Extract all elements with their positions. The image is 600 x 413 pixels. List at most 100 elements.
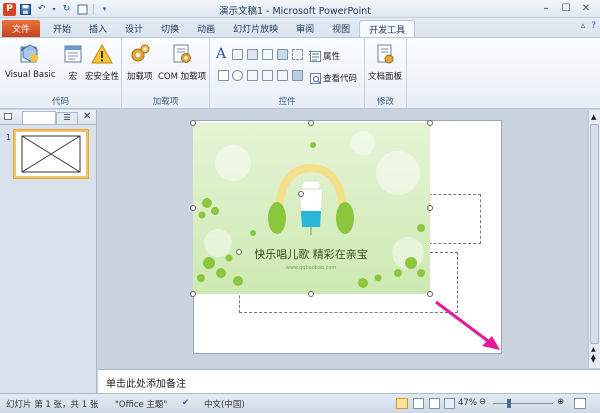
- listbox-control-icon[interactable]: [262, 49, 273, 60]
- frame-control-icon[interactable]: [292, 70, 303, 81]
- resize-handle[interactable]: [190, 120, 196, 126]
- annotation-arrow-icon: [435, 300, 500, 350]
- title-bar: P ↶ ▾ ↻ ▾ 演示文稿1 - Microsoft PowerPoint –…: [0, 0, 600, 18]
- macro-label: 宏: [68, 72, 78, 82]
- close-pane-icon[interactable]: ✕: [83, 111, 91, 122]
- button-control-icon[interactable]: [247, 49, 258, 60]
- tab-home[interactable]: 开始: [44, 20, 80, 37]
- view-code-button[interactable]: 查看代码: [310, 72, 357, 84]
- chevron-down-icon[interactable]: ▾: [51, 3, 57, 16]
- theme-name[interactable]: "Office 主题": [115, 398, 167, 410]
- minimize-icon[interactable]: –: [536, 1, 556, 16]
- properties-button[interactable]: 属性: [310, 50, 340, 62]
- close-icon[interactable]: ✕: [576, 1, 596, 16]
- resize-handle[interactable]: [427, 205, 433, 211]
- tab-review[interactable]: 审阅: [287, 20, 323, 37]
- inserted-picture[interactable]: 快乐唱儿歌 精彩在亲宝 www.qqbaobao.com: [193, 123, 430, 294]
- properties-label: 属性: [323, 52, 341, 62]
- resize-handle[interactable]: [427, 120, 433, 126]
- minimize-ribbon-icon[interactable]: ▵: [581, 21, 586, 31]
- tab-animations[interactable]: 动画: [188, 20, 224, 37]
- spin-button-control-icon[interactable]: [262, 70, 273, 81]
- slide-sorter-icon[interactable]: [413, 398, 424, 409]
- resize-handle[interactable]: [298, 191, 304, 197]
- view-code-label: 查看代码: [323, 74, 358, 84]
- zoom-level[interactable]: 47%: [458, 398, 477, 408]
- tab-view[interactable]: 视图: [323, 20, 359, 37]
- help-icon[interactable]: ?: [591, 21, 596, 31]
- scroll-up-icon[interactable]: ▲: [591, 113, 596, 121]
- resize-handle[interactable]: [190, 205, 196, 211]
- visual-basic-button[interactable]: Visual Basic: [5, 43, 56, 80]
- pane-menu-icon[interactable]: [4, 113, 12, 120]
- resize-handle[interactable]: [190, 291, 196, 297]
- macro-button[interactable]: 宏: [62, 43, 84, 82]
- scrollbar-control-icon[interactable]: [277, 70, 288, 81]
- slides-pane: ☰ ✕ 1: [0, 110, 97, 393]
- reading-view-icon[interactable]: [429, 398, 440, 409]
- maximize-icon[interactable]: ☐: [556, 1, 576, 16]
- notes-placeholder[interactable]: 单击此处添加备注: [106, 375, 186, 390]
- qat-separator: [93, 3, 94, 15]
- undo-icon[interactable]: ↶: [35, 3, 48, 16]
- redo-icon[interactable]: ↻: [60, 3, 73, 16]
- picture-artwork: 快乐唱儿歌 精彩在亲宝 www.qqbaobao.com: [193, 123, 430, 294]
- macro-security-button[interactable]: 宏安全性: [85, 43, 119, 82]
- slide-number: 1: [6, 133, 12, 142]
- window-title: 演示文稿1 - Microsoft PowerPoint: [218, 6, 372, 17]
- notes-pane[interactable]: 单击此处添加备注: [98, 369, 600, 393]
- label-control-icon[interactable]: A: [216, 46, 226, 62]
- powerpoint-logo-icon[interactable]: P: [3, 2, 16, 16]
- zoom-slider-track[interactable]: [493, 403, 553, 404]
- slides-pane-header: ☰ ✕: [0, 110, 96, 125]
- ribbon-window-controls: ▵ ?: [581, 21, 596, 31]
- slide-thumbnail[interactable]: [14, 130, 88, 178]
- tab-insert[interactable]: 插入: [80, 20, 116, 37]
- tab-transitions[interactable]: 切换: [152, 20, 188, 37]
- scrollbar-thumb[interactable]: [590, 124, 599, 344]
- controls-group-label: 控件: [278, 97, 296, 107]
- resize-handle[interactable]: [308, 291, 314, 297]
- tab-design[interactable]: 设计: [116, 20, 152, 37]
- com-addins-label: COM 加载项: [158, 72, 207, 82]
- powerpoint-window: P ↶ ▾ ↻ ▾ 演示文稿1 - Microsoft PowerPoint –…: [0, 0, 600, 413]
- image-control-icon[interactable]: [292, 49, 303, 60]
- zoom-in-icon[interactable]: ⊕: [557, 397, 564, 407]
- com-addins-button[interactable]: COM 加载项: [158, 43, 206, 82]
- view-code-icon: [310, 72, 321, 84]
- addins-button[interactable]: 加载项: [127, 43, 153, 82]
- document-panel-button[interactable]: 文档面板: [368, 43, 402, 82]
- gear-icon: [129, 43, 151, 65]
- ribbon: Visual Basic 宏 宏安全性 代码 加载项 COM 加载项 加载项 A…: [0, 37, 600, 109]
- vertical-scrollbar[interactable]: ▲ ▲ ▲ ▼: [588, 110, 600, 368]
- next-slide-icon[interactable]: ▼: [591, 357, 596, 364]
- visual-basic-icon: [19, 43, 41, 65]
- fit-to-window-icon[interactable]: [574, 398, 586, 409]
- visual-basic-label: Visual Basic: [5, 70, 56, 80]
- customize-qat-icon[interactable]: ▾: [98, 3, 111, 16]
- resize-handle[interactable]: [236, 249, 242, 255]
- zoom-out-icon[interactable]: ⊖: [479, 397, 486, 407]
- picture-placeholder-icon: [21, 135, 81, 173]
- save-icon[interactable]: [19, 3, 32, 16]
- resize-handle[interactable]: [308, 120, 314, 126]
- normal-view-icon[interactable]: [396, 398, 408, 409]
- toggle-button-control-icon[interactable]: [247, 70, 258, 81]
- tab-file[interactable]: 文件: [2, 20, 41, 37]
- slideshow-icon[interactable]: [444, 398, 455, 409]
- spellcheck-icon[interactable]: ✔: [182, 398, 189, 408]
- option-button-control-icon[interactable]: [232, 70, 243, 81]
- checkbox-control-icon[interactable]: [218, 70, 229, 81]
- outline-tab[interactable]: ☰: [56, 112, 78, 124]
- picture-url: www.qqbaobao.com: [286, 265, 337, 271]
- new-slide-icon[interactable]: [76, 3, 89, 16]
- language[interactable]: 中文(中国): [204, 398, 245, 410]
- combobox-control-icon[interactable]: [277, 49, 288, 60]
- slides-tab[interactable]: [22, 111, 56, 124]
- tab-developer[interactable]: 开发工具: [359, 20, 416, 37]
- modify-group: 文档面板 修改: [365, 38, 407, 109]
- textbox-control-icon[interactable]: [232, 49, 243, 60]
- tab-slideshow[interactable]: 幻灯片放映: [224, 20, 287, 37]
- picture-slogan: 快乐唱儿歌 精彩在亲宝: [254, 247, 368, 261]
- zoom-slider-thumb[interactable]: [507, 399, 511, 408]
